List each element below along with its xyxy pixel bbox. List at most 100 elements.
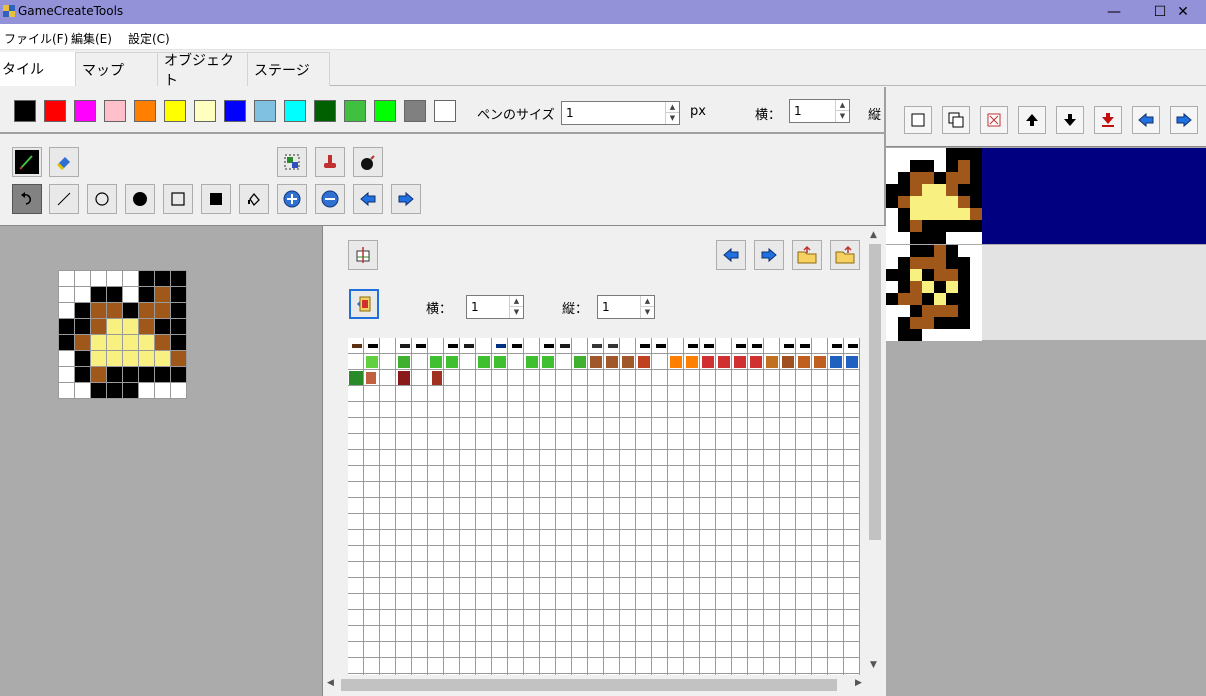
color-swatch[interactable] (224, 100, 246, 122)
tile-width-input[interactable]: 1 ▲ ▼ (466, 295, 524, 319)
tile-sheet-grid[interactable] (348, 338, 860, 675)
circle-outline-button[interactable] (87, 184, 117, 214)
pixel-cell (970, 184, 982, 196)
zoom-in-button[interactable] (277, 184, 307, 214)
delete-tile-button[interactable] (980, 106, 1008, 134)
pen-size-input[interactable]: 1 ▲ ▼ (561, 101, 680, 125)
scroll-left-icon[interactable]: ◀ (327, 678, 334, 688)
pixel-cell (910, 160, 922, 172)
color-swatch[interactable] (134, 100, 156, 122)
import-button[interactable] (792, 240, 822, 270)
close-button[interactable]: ✕ (1160, 0, 1206, 24)
move-down-button[interactable] (1056, 106, 1084, 134)
arrow-right-button[interactable] (391, 184, 421, 214)
pixel-cell (74, 334, 90, 350)
color-swatch[interactable] (74, 100, 96, 122)
scroll-thumb[interactable] (869, 244, 881, 540)
color-swatch[interactable] (434, 100, 456, 122)
pixel-cell (922, 281, 934, 293)
menu-file[interactable]: ファイル(F) (4, 30, 68, 47)
circle-filled-button[interactable] (125, 184, 155, 214)
spin-up-icon[interactable]: ▲ (510, 296, 523, 307)
spin-down-icon[interactable]: ▼ (510, 307, 523, 318)
layer-toggle-button[interactable] (349, 289, 379, 319)
sheet-prev-button[interactable] (716, 240, 746, 270)
pixel-cell (910, 317, 922, 329)
pixel-cell (122, 350, 138, 366)
pixel-cell (106, 366, 122, 382)
horizontal-scrollbar[interactable]: ◀ ▶ (323, 676, 868, 694)
tab-stage[interactable]: ステージ (248, 52, 330, 86)
line-tool-button[interactable] (49, 184, 79, 214)
tile-preview-canvas[interactable] (58, 270, 187, 399)
scroll-up-icon[interactable]: ▲ (870, 230, 877, 240)
pixel-cell (934, 293, 946, 305)
pixel-cell (154, 350, 170, 366)
pen-size-value: 1 (566, 106, 574, 120)
spin-up-icon[interactable]: ▲ (666, 102, 679, 113)
move-bottom-button[interactable] (1094, 106, 1122, 134)
color-swatch[interactable] (164, 100, 186, 122)
pixel-cell (922, 269, 934, 281)
list-next-button[interactable] (1170, 106, 1198, 134)
color-swatch[interactable] (314, 100, 336, 122)
color-swatch[interactable] (254, 100, 276, 122)
pixel-cell (910, 293, 922, 305)
color-swatch[interactable] (404, 100, 426, 122)
undo-button[interactable] (12, 184, 42, 214)
color-swatch[interactable] (194, 100, 216, 122)
minimize-button[interactable]: — (1091, 0, 1137, 24)
pixel-cell (106, 302, 122, 318)
spin-down-icon[interactable]: ▼ (836, 111, 849, 122)
clear-bomb-button[interactable] (353, 147, 383, 177)
pixel-cell (58, 334, 74, 350)
fill-bucket-button[interactable] (315, 147, 345, 177)
color-swatch[interactable] (344, 100, 366, 122)
tile-height-input[interactable]: 1 ▲ ▼ (597, 295, 655, 319)
arrow-left-button[interactable] (353, 184, 383, 214)
width-input[interactable]: 1 ▲ ▼ (789, 99, 850, 123)
pixel-cell (886, 257, 898, 269)
pixel-cell (922, 160, 934, 172)
delete-icon (987, 113, 1001, 127)
move-up-button[interactable] (1018, 106, 1046, 134)
color-swatch[interactable] (44, 100, 66, 122)
scroll-right-icon[interactable]: ▶ (855, 678, 862, 688)
vertical-scrollbar[interactable]: ▲ ▼ (866, 228, 884, 676)
color-swatch[interactable] (14, 100, 36, 122)
spin-down-icon[interactable]: ▼ (666, 113, 679, 124)
export-button[interactable] (830, 240, 860, 270)
pencil-tool-button[interactable] (12, 147, 42, 177)
copy-tile-button[interactable] (942, 106, 970, 134)
eraser-tool-button[interactable] (49, 147, 79, 177)
spin-down-icon[interactable]: ▼ (641, 307, 654, 318)
new-tile-button[interactable] (904, 106, 932, 134)
color-swatch[interactable] (284, 100, 306, 122)
scroll-down-icon[interactable]: ▼ (870, 660, 877, 670)
tab-object[interactable]: オブジェクト (158, 52, 248, 89)
tile-list-item[interactable] (886, 244, 1206, 341)
color-swatch[interactable] (104, 100, 126, 122)
resize-button[interactable] (348, 240, 378, 270)
menu-settings[interactable]: 設定(C) (128, 30, 170, 47)
pixel-cell (934, 220, 946, 232)
spin-up-icon[interactable]: ▲ (836, 100, 849, 111)
sheet-next-button[interactable] (754, 240, 784, 270)
pixel-cell (58, 318, 74, 334)
scroll-thumb[interactable] (341, 679, 837, 691)
rect-filled-button[interactable] (201, 184, 231, 214)
tab-tile[interactable]: タイル (0, 52, 76, 86)
tile-list-item-selected[interactable] (886, 148, 1206, 244)
pixel-cell (958, 329, 970, 341)
tab-map[interactable]: マップ (76, 52, 158, 86)
color-swatch[interactable] (374, 100, 396, 122)
zoom-out-button[interactable] (315, 184, 345, 214)
spin-up-icon[interactable]: ▲ (641, 296, 654, 307)
list-prev-button[interactable] (1132, 106, 1160, 134)
eraser-icon (56, 157, 70, 171)
pixel-cell (922, 148, 934, 160)
fill-tool-button[interactable] (239, 184, 269, 214)
select-region-button[interactable] (277, 147, 307, 177)
menu-edit[interactable]: 編集(E) (71, 30, 112, 47)
rect-outline-button[interactable] (163, 184, 193, 214)
